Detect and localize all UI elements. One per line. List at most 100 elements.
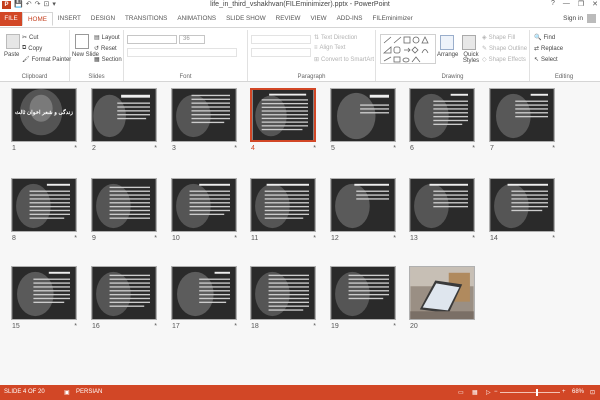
animation-star-icon: * [154,323,157,330]
slide-image [490,89,554,141]
slide-thumbnail[interactable]: 6 * [409,88,475,157]
reset-icon: ↺ [94,46,100,52]
list-buttons[interactable] [251,35,311,44]
quick-styles-button[interactable]: Quick Styles [460,52,482,64]
tab-animations[interactable]: ANIMATIONS [172,12,221,26]
tab-file[interactable]: FILE [0,12,22,26]
slide-number: 15 [12,323,20,330]
slide-image [331,267,395,319]
slide-thumbnail[interactable]: 20 [409,266,475,335]
copy-button[interactable]: ⧉ Copy [22,45,42,52]
slide-thumbnail[interactable]: 10 * [171,178,237,247]
slide-thumbnail-selected[interactable]: 4 * [250,88,316,157]
slide-number: 10 [172,235,180,242]
sign-in-link[interactable]: Sign in [563,15,583,22]
zoom-slider-track[interactable] [500,392,560,393]
slide-thumbnail[interactable]: زندگی و شعر اخوان ثالث 1 * [11,88,77,157]
zoom-in-button[interactable]: + [562,389,566,395]
shape-outline-button[interactable]: ✎ Shape Outline [482,45,527,53]
slide-thumbnail[interactable]: 17 * [171,266,237,335]
font-name-box[interactable] [127,35,177,44]
slide-count-status[interactable]: SLIDE 4 OF 20 [4,389,45,395]
tab-add-ins[interactable]: ADD-INS [332,12,368,26]
replace-button[interactable]: ⇄ Replace [534,45,563,53]
align-text-icon: ≡ [314,45,318,51]
slide-thumbnail[interactable]: 18 * [250,266,316,335]
slide-thumbnail[interactable]: 15 * [11,266,77,335]
tab-insert[interactable]: INSERT [53,12,86,26]
slide-sorter-view-icon[interactable]: ▦ [472,389,478,396]
slide-thumbnail[interactable]: 13 * [409,178,475,247]
zoom-slider-thumb[interactable] [536,389,538,396]
quick-styles-icon[interactable] [462,35,476,50]
copy-label: Copy [28,45,43,52]
tab-view[interactable]: VIEW [306,12,332,26]
text-direction-button[interactable]: ⇅ Text Direction [314,34,357,42]
slide-thumbnail[interactable]: 12 * [330,178,396,247]
smartart-button[interactable]: ⊞ Convert to SmartArt [314,56,374,64]
tab-transitions[interactable]: TRANSITIONS [120,12,172,26]
slide-preview [409,178,475,232]
find-button[interactable]: 🔍 Find [534,34,556,42]
tab-design[interactable]: DESIGN [86,12,120,26]
tab-review[interactable]: REVIEW [271,12,306,26]
close-icon[interactable]: ✕ [592,0,598,8]
arrange-icon[interactable] [440,35,454,50]
select-button[interactable]: ↖ Select [534,56,558,64]
paste-button[interactable]: Paste [4,52,19,58]
section-button[interactable]: ▦ Section [94,56,122,64]
restore-icon[interactable]: ❐ [578,0,584,8]
alignment-buttons[interactable] [251,48,311,57]
format-painter-button[interactable]: 🖌 Format Painter [22,56,71,64]
help-icon[interactable]: ? [551,0,555,8]
slideshow-view-icon[interactable]: ▷ [486,389,491,396]
pen-icon: ✎ [482,46,488,52]
slide-image [410,267,474,319]
animation-star-icon: * [234,323,237,330]
slide-thumbnail[interactable]: 2 * [91,88,157,157]
font-size-box[interactable]: 36 [179,35,205,44]
arrange-button[interactable]: Arrange [437,52,458,58]
clipboard-group: Paste ✂ Cut ⧉ Copy 🖌 Format Painter Clipboa… [0,30,71,81]
layout-button[interactable]: ▤ Layout [94,34,120,42]
fit-to-window-icon[interactable]: ⊡ [590,389,595,396]
paste-icon[interactable] [6,34,20,49]
cut-button[interactable]: ✂ Cut [22,34,38,42]
animation-star-icon: * [472,235,475,242]
reset-button[interactable]: ↺ Reset [94,45,117,53]
slide-thumbnail[interactable]: 8 * [11,178,77,247]
tab-slide-show[interactable]: SLIDE SHOW [221,12,271,26]
normal-view-icon[interactable]: ▭ [458,389,464,396]
slide-thumbnail[interactable]: 7 * [489,88,555,157]
animation-star-icon: * [393,323,396,330]
slide-thumbnail[interactable]: 19 * [330,266,396,335]
tab-home[interactable]: HOME [22,12,53,26]
slide-thumbnail[interactable]: 14 * [489,178,555,247]
slide-thumbnail[interactable]: 9 * [91,178,157,247]
zoom-level[interactable]: 68% [572,389,584,395]
slide-thumbnail[interactable]: 5 * [330,88,396,157]
find-label: Find [543,34,556,41]
binoculars-icon: 🔍 [534,35,542,41]
font-format-buttons[interactable] [127,48,237,57]
zoom-out-button[interactable]: − [494,389,498,395]
slide-thumbnail[interactable]: 16 * [91,266,157,335]
status-bar: SLIDE 4 OF 20 ▣ PERSIAN ▭ ▦ ▷ − + 68% ⊡ [0,385,600,400]
shape-effects-button[interactable]: ◇ Shape Effects [482,56,526,64]
language-status[interactable]: PERSIAN [76,389,102,395]
slide-preview [171,88,237,142]
shape-fill-button[interactable]: ◈ Shape Fill [482,34,515,42]
tab-fileminimizer[interactable]: FILEminimizer [367,12,417,26]
spellcheck-icon[interactable]: ▣ [64,389,70,396]
editing-group-label: Editing [554,74,574,80]
avatar[interactable] [587,14,596,23]
slide-preview [489,178,555,232]
new-slide-icon[interactable] [75,34,89,49]
slide-image [490,179,554,231]
align-text-button[interactable]: ≡ Align Text [314,45,345,51]
shapes-gallery[interactable] [380,34,436,64]
slide-thumbnail[interactable]: 3 * [171,88,237,157]
minimize-icon[interactable]: — [563,0,570,8]
slide-thumbnail[interactable]: 11 * [250,178,316,247]
font-group: 36 Font [124,30,248,81]
